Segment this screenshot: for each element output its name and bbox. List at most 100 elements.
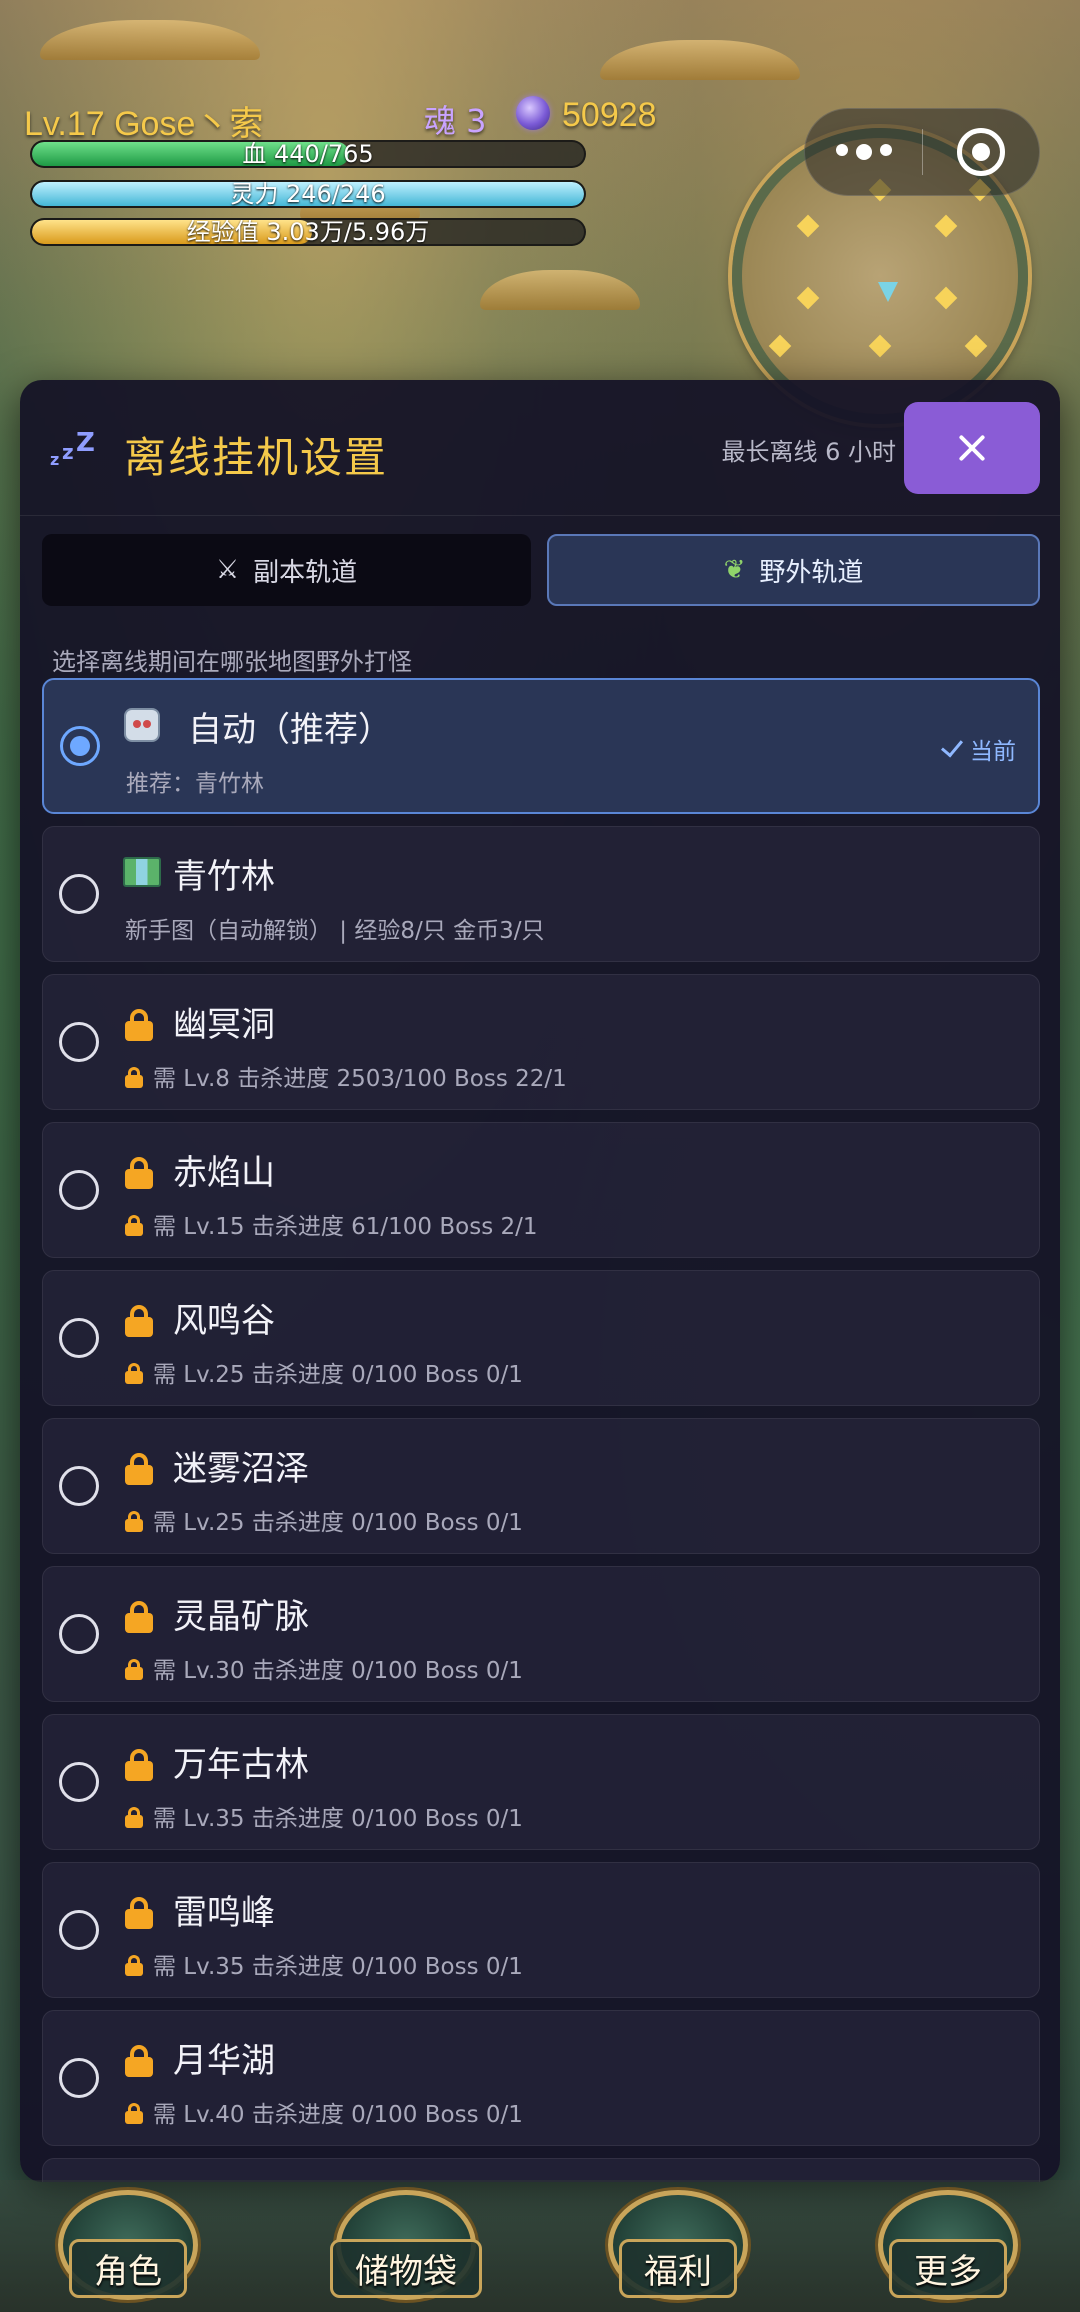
lock-icon: [125, 1749, 153, 1781]
lock-icon: [125, 1897, 153, 1929]
player-arrow-icon: [878, 282, 898, 302]
map-name: 风鸣谷: [173, 1301, 275, 1341]
map-name: 灵晶矿脉: [173, 1597, 309, 1637]
nav-label: 角色: [69, 2239, 187, 2298]
map-marker-icon: [796, 214, 820, 238]
map-option[interactable]: 灵晶矿脉 需 Lv.30 击杀进度 0/100 Boss 0/1: [42, 1566, 1040, 1702]
map-option[interactable]: 青竹林 新手图（自动解锁） | 经验8/只 金币3/只: [42, 826, 1040, 962]
map-option-auto[interactable]: 自动（推荐） 推荐：青竹林 当前: [42, 678, 1040, 814]
radio-unselected[interactable]: [59, 1910, 99, 1950]
radio-unselected[interactable]: [59, 1614, 99, 1654]
bottom-nav: 角色 储物袋 福利 更多: [0, 2180, 1080, 2312]
leaf-icon: ❦: [723, 555, 746, 585]
close-icon: [958, 434, 986, 462]
map-option[interactable]: 风鸣谷 需 Lv.25 击杀进度 0/100 Boss 0/1: [42, 1270, 1040, 1406]
hp-bar: 血 440/765: [30, 140, 586, 168]
sleep-zzz-icon: zzZ: [50, 428, 95, 469]
map-desc: 需 Lv.30 击杀进度 0/100 Boss 0/1: [153, 1658, 523, 1684]
map-marker-icon: [934, 214, 958, 238]
map-marker-icon: [868, 334, 892, 358]
map-desc: 需 Lv.25 击杀进度 0/100 Boss 0/1: [153, 1362, 523, 1388]
currency-counter: 50928: [562, 96, 657, 134]
nav-label: 更多: [889, 2239, 1007, 2298]
map-option-partial[interactable]: [42, 2158, 1040, 2182]
map-name: 青竹林: [173, 857, 275, 897]
map-name: 迷雾沼泽: [173, 1449, 309, 1489]
section-hint: 选择离线期间在哪张地图野外打怪: [52, 648, 412, 676]
crossed-swords-icon: ⚔: [215, 555, 240, 585]
xp-text: 经验值 3.03万/5.96万: [186, 218, 430, 246]
lock-icon: [125, 1511, 143, 1532]
lock-icon: [125, 1453, 153, 1485]
lock-icon: [125, 1067, 143, 1088]
nav-storage-bag-button[interactable]: 储物袋: [306, 2190, 506, 2310]
panel-title: 离线挂机设置: [124, 433, 389, 482]
radio-unselected[interactable]: [59, 1022, 99, 1062]
radio-unselected[interactable]: [59, 1762, 99, 1802]
lock-icon: [125, 1601, 153, 1633]
spirit-gem-icon: [516, 96, 550, 130]
miniprogram-capsule: [804, 108, 1040, 196]
panel-header: zzZ 离线挂机设置 最长离线 6 小时: [20, 380, 1060, 516]
radio-unselected[interactable]: [59, 1318, 99, 1358]
tab-label: 副本轨道: [253, 557, 358, 588]
close-miniprogram-icon[interactable]: [923, 128, 1039, 176]
lock-icon: [125, 2045, 153, 2077]
map-icon: [123, 857, 161, 887]
more-dots-icon[interactable]: [805, 144, 922, 160]
soul-counter: 魂 3: [424, 102, 487, 140]
radio-unselected[interactable]: [59, 2058, 99, 2098]
mp-text: 灵力 246/246: [230, 180, 386, 208]
lock-icon: [125, 1215, 143, 1236]
map-marker-icon: [796, 286, 820, 310]
close-button[interactable]: [904, 402, 1040, 494]
tab-dungeon-track[interactable]: ⚔ 副本轨道: [42, 534, 531, 606]
max-offline-hint: 最长离线 6 小时: [721, 438, 896, 466]
offline-idle-panel: zzZ 离线挂机设置 最长离线 6 小时 ⚔ 副本轨道 ❦ 野外轨道 选择离线期…: [20, 380, 1060, 2182]
map-option[interactable]: 万年古林 需 Lv.35 击杀进度 0/100 Boss 0/1: [42, 1714, 1040, 1850]
map-desc: 需 Lv.35 击杀进度 0/100 Boss 0/1: [153, 1806, 523, 1832]
check-icon: [940, 734, 964, 758]
map-marker-icon: [964, 334, 988, 358]
map-name: 万年古林: [173, 1745, 309, 1785]
map-option[interactable]: 雷鸣峰 需 Lv.35 击杀进度 0/100 Boss 0/1: [42, 1862, 1040, 1998]
radio-unselected[interactable]: [59, 1170, 99, 1210]
lock-icon: [125, 1157, 153, 1189]
lock-icon: [125, 1659, 143, 1680]
radio-unselected[interactable]: [59, 874, 99, 914]
robot-icon: [124, 708, 160, 742]
map-name: 幽冥洞: [173, 1005, 275, 1045]
map-marker-icon: [934, 286, 958, 310]
map-name: 赤焰山: [173, 1153, 275, 1193]
radio-unselected[interactable]: [59, 1466, 99, 1506]
map-option[interactable]: 幽冥洞 需 Lv.8 击杀进度 2503/100 Boss 22/1: [42, 974, 1040, 1110]
map-option[interactable]: 月华湖 需 Lv.40 击杀进度 0/100 Boss 0/1: [42, 2010, 1040, 2146]
xp-bar: 经验值 3.03万/5.96万: [30, 218, 586, 246]
map-option[interactable]: 赤焰山 需 Lv.15 击杀进度 61/100 Boss 2/1: [42, 1122, 1040, 1258]
lock-icon: [125, 1807, 143, 1828]
nav-label: 福利: [619, 2239, 737, 2298]
current-badge: 当前: [940, 732, 1016, 766]
radio-selected[interactable]: [60, 726, 100, 766]
nav-label: 储物袋: [330, 2239, 482, 2298]
lock-icon: [125, 1955, 143, 1976]
map-desc: 需 Lv.15 击杀进度 61/100 Boss 2/1: [153, 1214, 538, 1240]
map-desc: 需 Lv.35 击杀进度 0/100 Boss 0/1: [153, 1954, 523, 1980]
map-marker-icon: [768, 334, 792, 358]
lock-icon: [125, 2103, 143, 2124]
nav-rewards-button[interactable]: 福利: [578, 2190, 778, 2310]
map-desc: 需 Lv.40 击杀进度 0/100 Boss 0/1: [153, 2102, 523, 2128]
tab-field-track[interactable]: ❦ 野外轨道: [547, 534, 1040, 606]
nav-character-button[interactable]: 角色: [28, 2190, 228, 2310]
nav-more-button[interactable]: 更多: [848, 2190, 1048, 2310]
hp-text: 血 440/765: [242, 140, 374, 168]
lock-icon: [125, 1009, 153, 1041]
map-desc: 推荐：青竹林: [126, 771, 264, 797]
map-name: 月华湖: [173, 2041, 275, 2081]
map-name: 自动（推荐）: [188, 710, 392, 750]
map-option[interactable]: 迷雾沼泽 需 Lv.25 击杀进度 0/100 Boss 0/1: [42, 1418, 1040, 1554]
map-desc: 需 Lv.25 击杀进度 0/100 Boss 0/1: [153, 1510, 523, 1536]
lock-icon: [125, 1363, 143, 1384]
map-desc: 新手图（自动解锁） | 经验8/只 金币3/只: [125, 918, 545, 944]
tab-label: 野外轨道: [759, 557, 864, 588]
